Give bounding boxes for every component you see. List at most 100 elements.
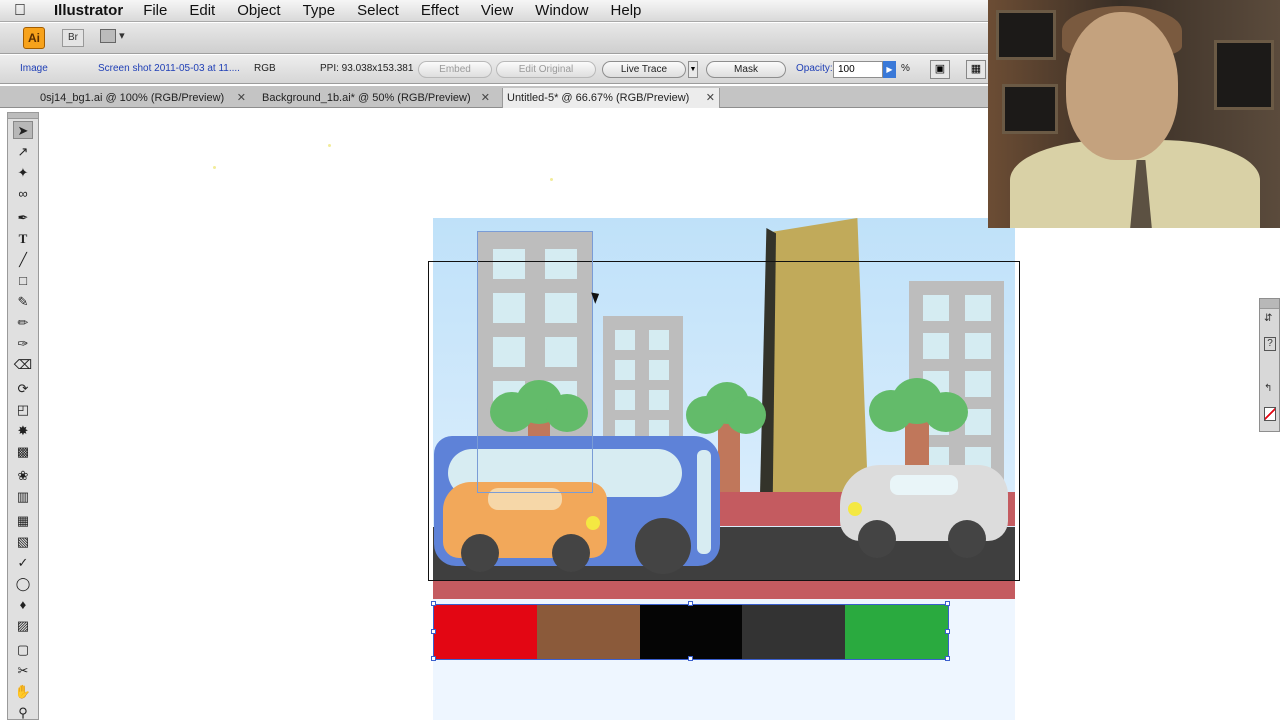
artboard-tool-icon[interactable]: ▢ xyxy=(13,641,33,659)
color-swatch-strip[interactable] xyxy=(433,604,949,660)
free-transform-tool-icon[interactable]: ▩ xyxy=(13,443,33,461)
opacity-label[interactable]: Opacity: xyxy=(796,63,833,74)
selection-handle[interactable] xyxy=(431,629,436,634)
tab-bg1[interactable]: 0sj14_bg1.ai @ 100% (RGB/Preview) ✕ xyxy=(36,88,250,108)
presenter-face xyxy=(1066,12,1178,160)
selection-handle[interactable] xyxy=(945,629,950,634)
selection-handle[interactable] xyxy=(945,601,950,606)
menu-object[interactable]: Object xyxy=(237,2,280,19)
live-trace-button[interactable]: Live Trace xyxy=(602,61,686,78)
tools-panel-grip[interactable] xyxy=(8,113,38,119)
chevron-down-icon: ▾ xyxy=(119,30,125,42)
slice-tool-icon[interactable]: ✂ xyxy=(13,662,33,680)
lasso-tool-icon[interactable]: ∞ xyxy=(13,185,33,203)
tab-label: Untitled-5* @ 66.67% (RGB/Preview) xyxy=(507,92,690,104)
menu-help[interactable]: Help xyxy=(611,2,642,19)
mesh-tool-icon[interactable]: ▦ xyxy=(13,512,33,530)
tools-panel: ➤ ↗ ✦ ∞ ✒ T ╱ □ ✎ ✏ ✑ ⌫ ⟳ ◰ ✸ ▩ ❀ ▥ ▦ ▧ … xyxy=(7,112,39,720)
menu-select[interactable]: Select xyxy=(357,2,399,19)
zoom-tool-icon[interactable]: ⚲ xyxy=(13,704,33,720)
swatch-red[interactable] xyxy=(434,605,537,659)
menu-app-name[interactable]: Illustrator xyxy=(54,2,123,19)
menu-edit[interactable]: Edit xyxy=(189,2,215,19)
selection-handle[interactable] xyxy=(688,656,693,661)
arrange-documents-button[interactable]: ▾ xyxy=(100,29,132,47)
linked-file-link[interactable]: Screen shot 2011-05-03 at 11.... xyxy=(98,63,240,74)
menu-effect[interactable]: Effect xyxy=(421,2,459,19)
type-tool-icon[interactable]: T xyxy=(13,230,33,248)
warp-tool-icon[interactable]: ✸ xyxy=(13,422,33,440)
opacity-unit: % xyxy=(901,63,910,74)
menu-view[interactable]: View xyxy=(481,2,513,19)
apple-icon[interactable]:  xyxy=(0,2,40,20)
ppi-label: PPI: 93.038x153.381 xyxy=(320,63,414,74)
eraser-tool-icon[interactable]: ⌫ xyxy=(13,356,33,374)
menu-type[interactable]: Type xyxy=(303,2,336,19)
close-tab-icon[interactable]: ✕ xyxy=(237,88,246,108)
live-paint-selection-tool-icon[interactable]: ▨ xyxy=(13,617,33,635)
illustrator-window:  Illustrator File Edit Object Type Sele… xyxy=(0,0,1280,720)
tab-background-1b[interactable]: Background_1b.ai* @ 50% (RGB/Preview) ✕ xyxy=(258,88,494,108)
arrange-icon xyxy=(100,29,116,44)
wall-picture xyxy=(996,10,1056,60)
pencil-tool-icon[interactable]: ✏ xyxy=(13,314,33,332)
selection-handle[interactable] xyxy=(945,656,950,661)
menu-window[interactable]: Window xyxy=(535,2,588,19)
tab-label: 0sj14_bg1.ai @ 100% (RGB/Preview) xyxy=(40,92,225,104)
paintbrush-tool-icon[interactable]: ✎ xyxy=(13,293,33,311)
direct-selection-tool-icon[interactable]: ↗ xyxy=(13,143,33,161)
tracing-options-dropdown[interactable]: ▼ xyxy=(688,61,698,78)
swatch-black[interactable] xyxy=(639,605,743,659)
blend-tool-icon[interactable]: ◯ xyxy=(13,575,33,593)
stray-point xyxy=(550,178,553,181)
illustrator-logo-icon: Ai xyxy=(23,27,45,49)
wall-picture xyxy=(1002,84,1058,134)
selection-tool-icon[interactable]: ➤ xyxy=(13,121,33,139)
close-tab-icon[interactable]: ✕ xyxy=(481,88,490,108)
collapsed-panel-dock[interactable]: ⇵ ? ↰ xyxy=(1259,298,1280,432)
tab-label: Background_1b.ai* @ 50% (RGB/Preview) xyxy=(262,92,471,104)
blob-brush-tool-icon[interactable]: ✑ xyxy=(13,335,33,353)
stray-point xyxy=(328,144,331,147)
webcam-overlay xyxy=(988,0,1280,228)
rotate-tool-icon[interactable]: ⟳ xyxy=(13,380,33,398)
help-icon[interactable]: ? xyxy=(1264,337,1276,351)
tab-untitled-5[interactable]: Untitled-5* @ 66.67% (RGB/Preview) ✕ xyxy=(502,88,720,108)
gradient-tool-icon[interactable]: ▧ xyxy=(13,533,33,551)
magic-wand-tool-icon[interactable]: ✦ xyxy=(13,164,33,182)
selection-handle[interactable] xyxy=(431,601,436,606)
symbol-sprayer-tool-icon[interactable]: ❀ xyxy=(13,467,33,485)
graph-tool-icon[interactable]: ▥ xyxy=(13,488,33,506)
object-type-link[interactable]: Image xyxy=(20,63,48,74)
swap-arrows-icon[interactable]: ↰ xyxy=(1264,383,1272,394)
opacity-arrow-icon[interactable]: ▶ xyxy=(883,61,896,78)
panel-expand-icon[interactable]: ⇵ xyxy=(1264,313,1272,324)
color-mode-label: RGB xyxy=(254,63,276,74)
wall-picture xyxy=(1214,40,1274,110)
swatch-brown[interactable] xyxy=(536,605,640,659)
swatch-green[interactable] xyxy=(845,605,948,659)
edit-original-button[interactable]: Edit Original xyxy=(496,61,596,78)
rectangle-tool-icon[interactable]: □ xyxy=(13,272,33,290)
eyedropper-tool-icon[interactable]: ✓ xyxy=(13,554,33,572)
none-fill-icon[interactable] xyxy=(1264,407,1276,421)
transform-icon[interactable]: ▣ xyxy=(930,60,950,79)
align-icon[interactable]: ▦ xyxy=(966,60,986,79)
embed-button[interactable]: Embed xyxy=(418,61,492,78)
pen-tool-icon[interactable]: ✒ xyxy=(13,209,33,227)
panel-grip[interactable] xyxy=(1260,299,1279,309)
opacity-input[interactable]: 100 xyxy=(833,61,883,78)
swatch-dark-gray[interactable] xyxy=(742,605,846,659)
selection-handle[interactable] xyxy=(431,656,436,661)
menu-file[interactable]: File xyxy=(143,2,167,19)
mask-button[interactable]: Mask xyxy=(706,61,786,78)
bridge-button[interactable]: Br xyxy=(62,29,84,47)
curb[interactable] xyxy=(433,580,1015,599)
hand-tool-icon[interactable]: ✋ xyxy=(13,683,33,701)
live-paint-bucket-tool-icon[interactable]: ♦ xyxy=(13,596,33,614)
scale-tool-icon[interactable]: ◰ xyxy=(13,401,33,419)
selection-handle[interactable] xyxy=(688,601,693,606)
stray-point xyxy=(213,166,216,169)
line-tool-icon[interactable]: ╱ xyxy=(13,251,33,269)
close-tab-icon[interactable]: ✕ xyxy=(706,88,715,108)
